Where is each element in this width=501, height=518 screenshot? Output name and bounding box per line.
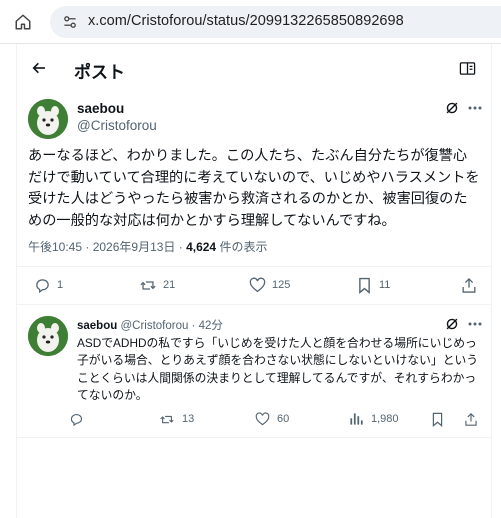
repost-count: 13: [182, 413, 195, 425]
author-handle[interactable]: @Cristoforou: [120, 320, 188, 332]
divider: [17, 266, 491, 267]
avatar[interactable]: [28, 99, 68, 139]
share-button[interactable]: [460, 276, 478, 294]
like-count: 125: [272, 279, 291, 291]
grok-icon[interactable]: [444, 316, 460, 332]
repost-button[interactable]: 13: [158, 410, 194, 428]
site-settings-icon[interactable]: [60, 12, 80, 32]
heart-icon: [253, 410, 271, 428]
address-bar[interactable]: x.com/Cristoforou/status/209913226585089…: [50, 6, 501, 38]
share-icon: [460, 276, 478, 294]
repost-count: 21: [163, 279, 176, 291]
views-button[interactable]: 1,980: [347, 410, 399, 428]
post-actions: 13 60 1,980: [17, 410, 491, 430]
view-count-label: 件の表示: [216, 240, 268, 254]
reader-icon[interactable]: [457, 58, 477, 78]
bookmark-button[interactable]: 11: [355, 276, 390, 294]
post-actions: 1 21 125 11: [17, 276, 491, 296]
share-button[interactable]: [462, 410, 480, 428]
avatar[interactable]: [28, 316, 68, 356]
post-text: ASDでADHDの私ですら「いじめを受けた人と顔を合わせる場所にいじめっ子がいる…: [77, 336, 479, 402]
post-age[interactable]: 42分: [199, 320, 223, 332]
post-meta: 午後10:45 · 2026年9月13日 · 4,624 件の表示: [28, 238, 267, 255]
repost-icon: [139, 276, 157, 294]
divider: [17, 437, 491, 438]
analytics-icon: [347, 410, 365, 428]
reply-button[interactable]: 1: [33, 276, 63, 294]
repost-button[interactable]: 21: [139, 276, 175, 294]
heart-icon: [248, 276, 266, 294]
view-count: 1,980: [371, 413, 399, 425]
like-button[interactable]: 60: [253, 410, 289, 428]
url-text[interactable]: x.com/Cristoforou/status/209913226585089…: [88, 13, 404, 29]
repost-icon: [158, 410, 176, 428]
author-handle[interactable]: @Cristoforou: [77, 118, 157, 133]
author-name[interactable]: saebou: [77, 320, 117, 332]
grok-icon[interactable]: [444, 100, 460, 116]
separator-dot: ·: [188, 320, 199, 332]
bookmark-icon: [428, 410, 446, 428]
page-header: ポスト: [17, 44, 491, 92]
timeline-column: ポスト saebou @Cristoforou あーなるほど、わかりました。この…: [16, 44, 492, 518]
home-icon[interactable]: [12, 11, 34, 33]
post-timestamp[interactable]: 午後10:45 · 2026年9月13日 ·: [28, 240, 186, 254]
reply-button[interactable]: [67, 410, 85, 428]
reply-icon: [67, 410, 85, 428]
reply-header: saebou @Cristoforou · 42分: [77, 317, 223, 333]
browser-toolbar: x.com/Cristoforou/status/209913226585089…: [0, 0, 501, 44]
more-icon[interactable]: [466, 100, 484, 116]
share-icon: [462, 410, 480, 428]
author-name[interactable]: saebou: [77, 101, 124, 116]
post-text: あーなるほど、わかりました。この人たち、たぶん自分たちが復讐心だけで動いていて合…: [28, 148, 480, 229]
bookmark-icon: [355, 276, 373, 294]
reply-count: 1: [57, 279, 64, 291]
reply-icon: [33, 276, 51, 294]
page-title: ポスト: [74, 63, 125, 82]
like-button[interactable]: 125: [248, 276, 290, 294]
bookmark-button[interactable]: [428, 410, 446, 428]
arrow-left-icon[interactable]: [25, 54, 53, 82]
view-count: 4,624: [186, 240, 217, 254]
divider: [17, 304, 491, 305]
more-icon[interactable]: [466, 316, 484, 332]
bookmark-count: 11: [379, 279, 391, 291]
like-count: 60: [277, 413, 290, 425]
